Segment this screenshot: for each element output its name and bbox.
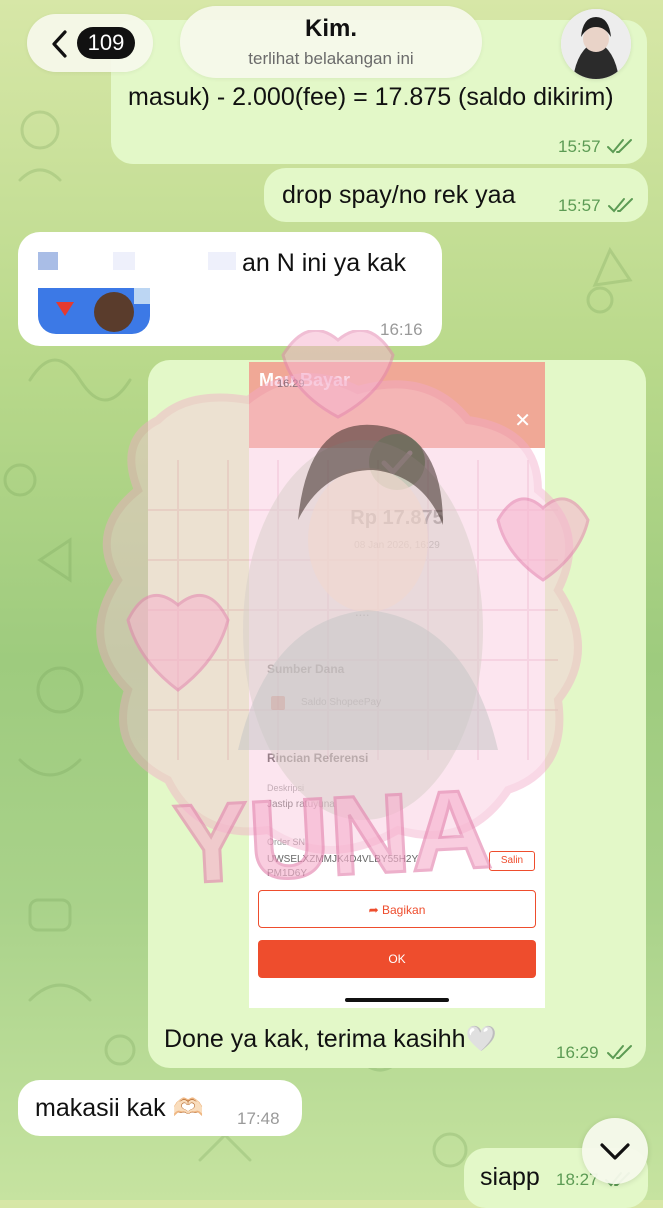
avatar-photo [561,9,631,79]
message-bubble-outgoing-2[interactable]: drop spay/no rek yaa 15:57 [264,168,648,222]
order-sn-value-line2: PM1D6Y [267,868,308,879]
message-text: makasii kak 🫶🏻 [35,1094,204,1122]
message-time: 17:48 [237,1109,280,1128]
description-value: Jastip ratuyuna [267,799,335,810]
chevron-down-icon [600,1143,630,1160]
contact-name: Kim. [304,15,357,42]
redacted-block [113,252,135,270]
arrow-down-icon [56,302,74,316]
order-sn-value: UWSELXZMMJK4D4VLBY55H2Y [267,854,419,865]
message-text: Done ya kak, terima kasihh🤍 [164,1025,497,1053]
redacted-block [208,252,236,270]
read-ticks-icon [607,1045,632,1060]
redacted-block [38,252,58,270]
contact-status: terlihat belakangan ini [248,49,414,68]
message-text: siapp [480,1163,540,1191]
share-button[interactable]: ➦ Bagikan [258,890,536,928]
scroll-to-bottom-button[interactable] [582,1118,648,1184]
message-time: 15:57 [558,196,601,215]
receipt-date: 08 Jan 2026, 16:29 [354,540,440,551]
message-text: masuk) - 2.000(fee) = 17.875 (saldo diki… [128,83,614,111]
copy-button[interactable]: Salin [489,851,535,871]
message-bubble-incoming-2[interactable]: makasii kak 🫶🏻 17:48 [18,1080,302,1136]
message-time: 16:29 [556,1043,599,1062]
order-sn-label: Order SN [267,837,306,847]
payment-receipt-image[interactable]: Mau Bayar 16.29 ✕ Rp 17.875 08 Jan 2026,… [249,362,545,1008]
receipt-dots: .... [355,604,370,619]
redacted-image [38,288,150,334]
share-button-label: Bagikan [382,903,426,917]
read-ticks-icon [608,198,633,213]
shopeepay-icon [271,696,285,710]
source-of-funds-label: Sumber Dana [267,662,345,676]
check-circle-icon [369,434,425,490]
back-chevron-icon [52,30,67,58]
chat-title[interactable]: Kim. terlihat belakangan ini [180,6,482,78]
receipt-clock: 16.29 [277,378,305,390]
close-icon: ✕ [514,410,531,432]
share-icon: ➦ [368,903,382,917]
message-bubble-incoming-1[interactable]: an N ini ya kak 16:16 [18,232,442,346]
description-label: Deskripsi [267,783,305,793]
source-of-funds-value: Saldo ShopeePay [301,697,382,708]
reference-details-label: Rincian Referensi [267,751,369,765]
message-time: 16:16 [380,320,423,339]
back-button[interactable]: 109 [27,14,153,72]
ok-button[interactable]: OK [258,940,536,978]
home-indicator [345,998,449,1002]
read-ticks-icon [607,139,632,154]
message-text: drop spay/no rek yaa [282,181,516,209]
contact-avatar[interactable] [561,9,631,79]
message-time: 15:57 [558,137,601,156]
unread-count-badge: 109 [77,27,135,59]
message-text: an N ini ya kak [242,249,406,277]
receipt-amount: Rp 17.875 [350,507,444,529]
